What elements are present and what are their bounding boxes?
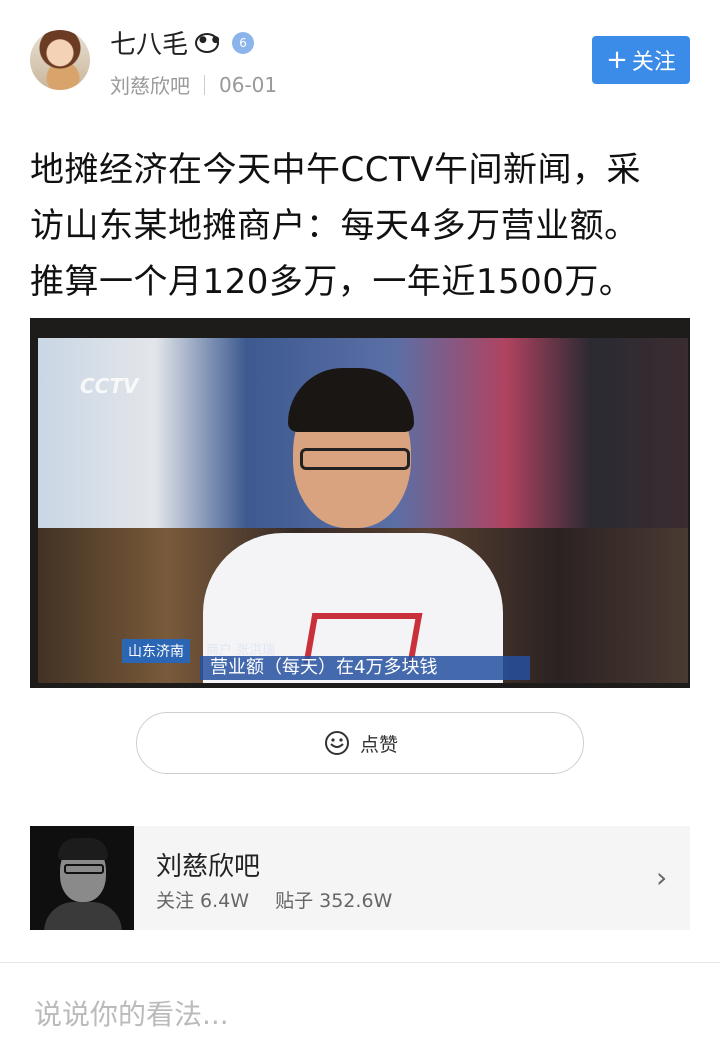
comment-divider (0, 962, 720, 963)
author-avatar[interactable] (30, 30, 90, 90)
like-label: 点赞 (359, 733, 398, 756)
follow-label: 关注 (631, 50, 676, 75)
tv-frame: CCTV 山东济南 商户 张洪瑞 营业额（每天）在4万多块钱 (30, 318, 690, 688)
comment-input[interactable] (34, 992, 674, 1036)
forum-card[interactable]: 刘慈欣吧 关注 6.4W 贴子 352.6W › (30, 826, 690, 930)
post-header: 七八毛 6 刘慈欣吧 06-01 + 关注 (0, 0, 720, 120)
forum-avatar-glasses (64, 864, 104, 874)
follow-button[interactable]: + 关注 (592, 36, 690, 84)
post-date: 06-01 (219, 72, 278, 97)
author-name-row[interactable]: 七八毛 6 (110, 24, 255, 61)
forum-avatar-body (44, 902, 122, 930)
post-image[interactable]: CCTV 山东济南 商户 张洪瑞 营业额（每天）在4万多块钱 (30, 318, 690, 688)
plus-icon: + (606, 45, 628, 75)
meta-divider (204, 74, 205, 95)
cctv-logo: CCTV (80, 374, 139, 398)
tv-screen: CCTV 山东济南 商户 张洪瑞 营业额（每天）在4万多块钱 (38, 338, 688, 683)
forum-label[interactable]: 刘慈欣吧 (110, 70, 190, 99)
caption-main: 营业额（每天）在4万多块钱 (200, 656, 530, 680)
post-text-line: 访山东某地摊商户：每天4多万营业额。 (30, 206, 639, 246)
author-name[interactable]: 七八毛 (110, 24, 188, 61)
panda-icon (192, 30, 222, 56)
verified-badge-icon: 6 (232, 31, 255, 54)
thumbs-up-icon (324, 731, 349, 755)
forum-avatar (30, 826, 134, 930)
like-button[interactable]: 点赞 (136, 712, 584, 774)
glasses (300, 448, 410, 470)
post-body: 地摊经济在今天中午CCTV午间新闻，采 访山东某地摊商户：每天4多万营业额。 推… (30, 142, 700, 310)
chevron-right-icon: › (656, 861, 668, 894)
post-text-line: 地摊经济在今天中午CCTV午间新闻，采 (30, 150, 642, 190)
forum-follow-stat: 关注 6.4W (156, 890, 250, 912)
forum-name: 刘慈欣吧 (156, 852, 261, 882)
forum-posts-stat: 贴子 352.6W (275, 890, 393, 912)
forum-stats: 关注 6.4W 贴子 352.6W (156, 886, 412, 913)
post-text-line: 推算一个月120多万，一年近1500万。 (30, 262, 634, 302)
post-meta: 刘慈欣吧 06-01 (110, 70, 277, 99)
forum-avatar-hair (58, 838, 108, 860)
person-hair (288, 368, 414, 432)
caption-location: 山东济南 (122, 639, 190, 663)
